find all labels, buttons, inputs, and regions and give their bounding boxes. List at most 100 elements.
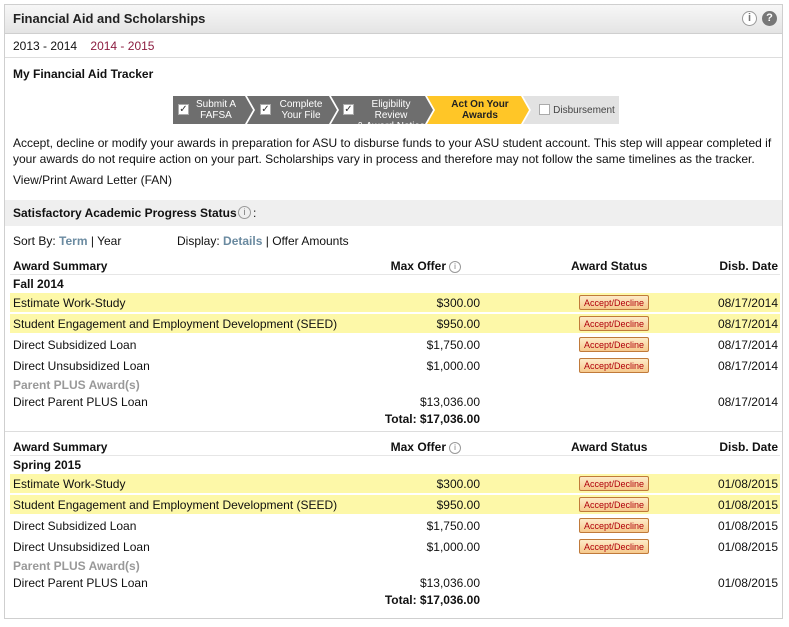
term-row: Spring 2015: [10, 455, 780, 474]
award-name: Direct Parent PLUS Loan: [13, 576, 148, 590]
accept-decline-button[interactable]: Accept/Decline: [579, 539, 649, 554]
col-award-summary: Award Summary: [13, 440, 108, 454]
check-icon: ✓: [260, 104, 271, 115]
info-icon[interactable]: i: [449, 261, 461, 273]
award-amount: $13,036.00: [419, 576, 480, 590]
accept-decline-button[interactable]: Accept/Decline: [579, 518, 649, 533]
award-date: 08/17/2014: [717, 338, 778, 352]
step-label-1: Submit A: [195, 99, 237, 110]
display-offer-amounts-link[interactable]: Offer Amounts: [272, 234, 348, 248]
check-icon: ✓: [343, 104, 354, 115]
accept-decline-button[interactable]: Accept/Decline: [579, 476, 649, 491]
step-label-1: Act On Your: [451, 99, 509, 110]
col-max-offer-label: Max Offer: [390, 259, 446, 273]
divider: [5, 57, 782, 58]
col-award-summary: Award Summary: [13, 259, 108, 273]
term-label: Spring 2015: [13, 458, 82, 472]
tab-2014-2015[interactable]: 2014 - 2015: [90, 39, 154, 53]
year-tabs: 2013 - 2014 2014 - 2015: [13, 39, 164, 53]
award-date: 01/08/2015: [717, 540, 778, 554]
display-details-link[interactable]: Details: [223, 234, 262, 248]
tracker-description: Accept, decline or modify your awards in…: [13, 136, 772, 166]
col-disb-date: Disb. Date: [719, 259, 778, 273]
award-amount: $13,036.00: [419, 395, 480, 409]
plus-group-label: Parent PLUS Award(s): [13, 559, 140, 573]
award-date: 01/08/2015: [717, 576, 778, 590]
award-date: 01/08/2015: [717, 477, 778, 491]
tracker-title: My Financial Aid Tracker: [13, 67, 154, 81]
info-icon[interactable]: i: [742, 11, 757, 26]
step-label-1: Complete: [279, 99, 323, 110]
accept-decline-button[interactable]: Accept/Decline: [579, 295, 649, 310]
tracker-step-complete-file: ✓ Complete Your File: [247, 96, 337, 124]
step-label-1: Disbursement: [553, 105, 615, 116]
award-row: Student Engagement and Employment Develo…: [10, 314, 780, 333]
col-max-offer: Max Offer i: [391, 259, 461, 273]
step-label-2: & Award Notice: [356, 121, 426, 132]
award-amount: $1,750.00: [426, 338, 480, 352]
accept-decline-button[interactable]: Accept/Decline: [579, 497, 649, 512]
award-date: 08/17/2014: [717, 359, 778, 373]
help-icon[interactable]: ?: [762, 11, 777, 26]
sort-term-link[interactable]: Term: [59, 234, 87, 248]
award-name: Direct Parent PLUS Loan: [13, 395, 148, 409]
check-icon: ✓: [178, 104, 189, 115]
tab-2013-2014[interactable]: 2013 - 2014: [13, 39, 77, 53]
separator: |: [90, 234, 94, 248]
info-icon[interactable]: i: [238, 206, 251, 219]
tracker-step-disbursement: Disbursement: [523, 96, 619, 124]
award-name: Direct Subsidized Loan: [13, 338, 137, 352]
award-letter-link[interactable]: View/Print Award Letter (FAN): [13, 173, 172, 187]
award-row: Student Engagement and Employment Develo…: [10, 495, 780, 514]
total-row: Total: $17,036.00: [10, 409, 780, 428]
award-amount: $950.00: [436, 498, 480, 512]
award-amount: $300.00: [436, 477, 480, 491]
award-row: Direct Subsidized Loan $1,750.00 Accept/…: [10, 335, 780, 354]
award-date: 01/08/2015: [717, 519, 778, 533]
sap-status-bar: Satisfactory Academic Progress Status i …: [5, 200, 782, 226]
term-total: Total: $17,036.00: [384, 593, 480, 607]
award-row: Direct Subsidized Loan $1,750.00 Accept/…: [10, 516, 780, 535]
col-award-status: Award Status: [571, 259, 648, 273]
info-icon[interactable]: i: [449, 442, 461, 454]
award-name: Estimate Work-Study: [13, 296, 126, 310]
sap-label: Satisfactory Academic Progress Status: [13, 206, 237, 220]
award-date: 08/17/2014: [717, 395, 778, 409]
award-date: 08/17/2014: [717, 296, 778, 310]
accept-decline-button[interactable]: Accept/Decline: [579, 358, 649, 373]
separator: |: [265, 234, 269, 248]
sort-label: Sort By:: [13, 234, 56, 248]
col-award-status: Award Status: [571, 440, 648, 454]
award-name: Direct Unsubsidized Loan: [13, 540, 150, 554]
panel-header: Financial Aid and Scholarships i ?: [5, 5, 782, 34]
award-row: Direct Unsubsidized Loan $1,000.00 Accep…: [10, 356, 780, 375]
panel-title: Financial Aid and Scholarships: [13, 11, 206, 26]
award-header-row: Award Summary Max Offer i Award Status Di…: [10, 437, 780, 456]
display-label: Display:: [177, 234, 220, 248]
award-row: Estimate Work-Study $300.00 Accept/Decli…: [10, 293, 780, 312]
term-row: Fall 2014: [10, 274, 780, 293]
tracker-step-fafsa: ✓ Submit A FAFSA: [173, 96, 253, 124]
award-date: 01/08/2015: [717, 498, 778, 512]
plus-group-label: Parent PLUS Award(s): [13, 378, 140, 392]
step-label-2: FAFSA: [200, 110, 232, 121]
tracker-step-eligibility: ✓ Eligibility Review & Award Notice: [331, 96, 433, 132]
accept-decline-button[interactable]: Accept/Decline: [579, 316, 649, 331]
award-name: Estimate Work-Study: [13, 477, 126, 491]
award-amount: $950.00: [436, 317, 480, 331]
award-amount: $1,000.00: [426, 359, 480, 373]
col-disb-date: Disb. Date: [719, 440, 778, 454]
term-total: Total: $17,036.00: [384, 412, 480, 426]
sort-display-bar: Sort By: Term | Year Display: Details | …: [13, 234, 773, 248]
award-row: Direct Unsubsidized Loan $1,000.00 Accep…: [10, 537, 780, 556]
checkbox-empty-icon: [539, 104, 550, 115]
sort-year-link[interactable]: Year: [97, 234, 121, 248]
award-amount: $1,000.00: [426, 540, 480, 554]
award-name: Direct Unsubsidized Loan: [13, 359, 150, 373]
award-name: Student Engagement and Employment Develo…: [13, 498, 338, 512]
accept-decline-button[interactable]: Accept/Decline: [579, 337, 649, 352]
step-label-2: Awards: [462, 110, 498, 121]
divider: [5, 431, 782, 432]
award-date: 08/17/2014: [717, 317, 778, 331]
col-max-offer-label: Max Offer: [390, 440, 446, 454]
